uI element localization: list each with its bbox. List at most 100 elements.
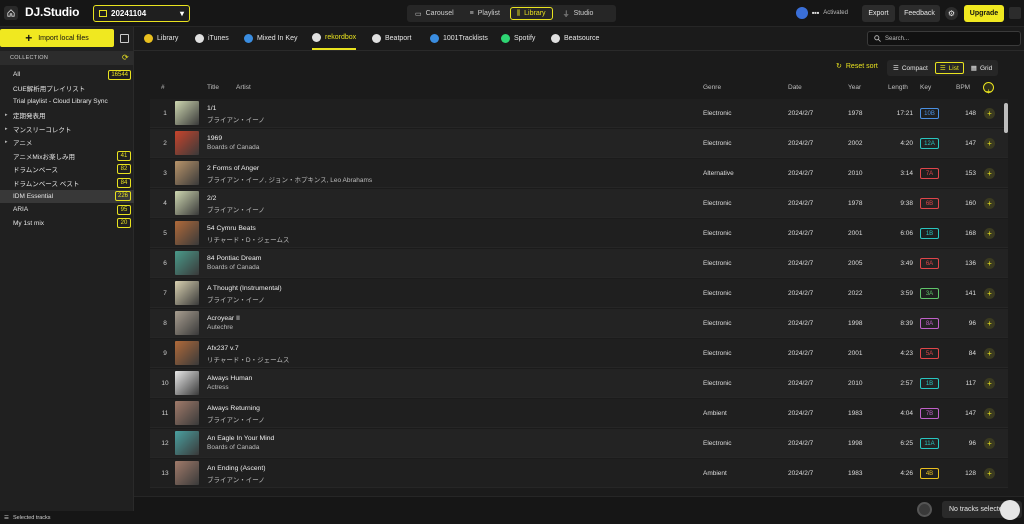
- add-track-button[interactable]: +: [984, 108, 995, 119]
- avatar[interactable]: [917, 502, 932, 517]
- reset-sort-button[interactable]: ↻ Reset sort: [836, 62, 878, 71]
- col-key[interactable]: Key: [920, 84, 931, 91]
- sidebar-playlist-item[interactable]: My 1st mix 20: [0, 217, 134, 231]
- col-bpm[interactable]: BPM: [956, 84, 970, 91]
- sidebar-playlist-item[interactable]: All 16544: [0, 68, 134, 82]
- compact-view-button[interactable]: ☰ Compact: [889, 62, 932, 74]
- tab-spotify[interactable]: Spotify: [501, 27, 535, 50]
- tab-mixed-in-key[interactable]: Mixed In Key: [244, 27, 297, 50]
- col-genre[interactable]: Genre: [703, 84, 721, 91]
- col-num[interactable]: #: [161, 84, 165, 91]
- grid-view-button[interactable]: ▦ Grid: [967, 62, 996, 74]
- settings-button[interactable]: ⚙: [945, 7, 958, 20]
- table-row[interactable]: 4 2/2 ブライアン・イーノ Electronic 2024/2/7 1978 9:38 6…: [150, 189, 1008, 218]
- window-menu-button[interactable]: [1009, 7, 1021, 19]
- sidebar-playlist-item[interactable]: CUE解析用プレイリスト: [0, 82, 134, 96]
- tab-rekordbox[interactable]: rekordbox: [312, 27, 357, 50]
- tab-beatsource[interactable]: Beatsource: [551, 27, 599, 50]
- sidebar-playlist-item[interactable]: ドラムンベース 82: [0, 163, 134, 177]
- add-track-button[interactable]: +: [984, 228, 995, 239]
- expand-arrow-icon[interactable]: ▸: [5, 139, 8, 145]
- scroll-thumb[interactable]: [1004, 103, 1008, 133]
- rekordbox-icon: [312, 33, 321, 42]
- table-row[interactable]: 13 An Ending (Ascent) ブライアン・イーノ Ambient 2024…: [150, 459, 1008, 488]
- expand-arrow-icon[interactable]: ▸: [5, 126, 8, 132]
- mode-studio[interactable]: ⏚ Studio: [557, 7, 600, 20]
- tab-library[interactable]: Library: [144, 27, 178, 50]
- sidebar-playlist-item[interactable]: ▸ マンスリーコレクト: [0, 122, 134, 136]
- add-track-button[interactable]: +: [984, 168, 995, 179]
- mode-carousel[interactable]: ▭ Carousel: [409, 7, 460, 20]
- feedback-button[interactable]: Feedback: [899, 5, 940, 22]
- add-track-button[interactable]: +: [984, 288, 995, 299]
- col-artist[interactable]: Artist: [236, 84, 251, 91]
- mixed-in-key-icon: [244, 34, 253, 43]
- col-date[interactable]: Date: [788, 84, 802, 91]
- table-row[interactable]: 11 Always Returning ブライアン・イーノ Ambient 2024/2…: [150, 399, 1008, 428]
- add-track-button[interactable]: +: [984, 258, 995, 269]
- playlist-count-badge: 226: [114, 191, 131, 202]
- plus-icon: +: [987, 109, 992, 118]
- playlist-label: ドラムンベース ベスト: [13, 180, 80, 188]
- add-column-button[interactable]: +: [983, 82, 994, 96]
- track-artist: ブライアン・イーノ: [207, 477, 265, 484]
- add-track-button[interactable]: +: [984, 378, 995, 389]
- sidebar-playlist-item[interactable]: ▸ 定期発表用: [0, 109, 134, 123]
- tab-beatport[interactable]: Beatport: [372, 27, 411, 50]
- tab-home[interactable]: [120, 27, 129, 50]
- export-button[interactable]: Export: [862, 5, 895, 22]
- sidebar-playlist-item[interactable]: アニメMixお楽しみ用 41: [0, 149, 134, 163]
- add-track-button[interactable]: +: [984, 198, 995, 209]
- plus-icon: +: [987, 259, 992, 268]
- table-scrollbar[interactable]: [1004, 99, 1009, 489]
- mode-library[interactable]: ⫼ Library: [509, 7, 553, 20]
- home-button[interactable]: [4, 6, 18, 20]
- sidebar-playlist-item[interactable]: Trial playlist - Cloud Library Sync: [0, 95, 134, 109]
- table-row[interactable]: 12 An Eagle In Your Mind Boards of Canada E…: [150, 429, 1008, 458]
- add-track-button[interactable]: +: [984, 468, 995, 479]
- add-track-button[interactable]: +: [984, 348, 995, 359]
- add-track-button[interactable]: +: [984, 138, 995, 149]
- home-icon: [120, 34, 129, 43]
- add-track-button[interactable]: +: [984, 438, 995, 449]
- table-row[interactable]: 1 1/1 ブライアン・イーノ Electronic 2024/2/7 1978 17:21…: [150, 99, 1008, 128]
- table-row[interactable]: 6 84 Pontiac Dream Boards of Canada Electro…: [150, 249, 1008, 278]
- track-title: Always Human: [207, 375, 253, 382]
- sidebar-playlist-item[interactable]: IDM Essential 226: [0, 189, 134, 203]
- expand-arrow-icon[interactable]: ▸: [5, 112, 8, 118]
- project-selector[interactable]: 20241104 ▾: [93, 5, 190, 22]
- sidebar-playlist-item[interactable]: ドラムンベース ベスト 84: [0, 176, 134, 190]
- key-badge: 1B: [920, 378, 939, 389]
- table-row[interactable]: 8 Acroyear II Autechre Electronic 2024/2/7 19…: [150, 309, 1008, 338]
- table-row[interactable]: 32 Forms of Anger ブライアン・イーノ, ジョン・ホプキンス, L…: [150, 159, 1008, 188]
- track-genre: Electronic: [703, 440, 732, 447]
- sidebar-playlist-item[interactable]: ▸ アニメ: [0, 136, 134, 150]
- table-row[interactable]: 7A Thought (Instrumental) ブライアン・イーノ Electr…: [150, 279, 1008, 308]
- track-length: 2:57: [900, 380, 913, 387]
- import-local-files-button[interactable]: + Import local files: [0, 29, 114, 47]
- music-note-icon: [144, 34, 153, 43]
- col-year[interactable]: Year: [848, 84, 861, 91]
- playlist-label: IDM Essential: [13, 192, 54, 200]
- list-view-button[interactable]: ☰ List: [934, 62, 964, 74]
- table-row[interactable]: 9 Afx237 v.7 リチャード・D・ジェームス Electronic 2024/2…: [150, 339, 1008, 368]
- tab-1001tracklists[interactable]: 1001Tracklists: [430, 27, 488, 50]
- add-track-button[interactable]: +: [984, 318, 995, 329]
- col-title[interactable]: Title: [207, 84, 219, 91]
- sidebar-playlist-item[interactable]: ARIA 95: [0, 203, 134, 217]
- track-title: 84 Pontiac Dream: [207, 255, 262, 262]
- mode-playlist[interactable]: ≡ Playlist: [464, 7, 506, 20]
- chat-support-button[interactable]: [1000, 500, 1020, 520]
- library-icon: ⫼: [516, 9, 521, 17]
- upgrade-button[interactable]: Upgrade: [964, 5, 1004, 22]
- track-artist: Boards of Canada: [207, 264, 260, 271]
- col-length[interactable]: Length: [888, 84, 908, 91]
- table-row[interactable]: 5 54 Cymru Beats リチャード・D・ジェームス Electronic 20…: [150, 219, 1008, 248]
- refresh-icon[interactable]: ⟳: [122, 53, 129, 62]
- table-row[interactable]: 2 1969 Boards of Canada Electronic 2024/2/7 2…: [150, 129, 1008, 158]
- search-input[interactable]: Search...: [867, 31, 1021, 46]
- track-date: 2024/2/7: [788, 170, 814, 177]
- tab-itunes[interactable]: iTunes: [195, 27, 229, 50]
- table-row[interactable]: 10 Always Human Actress Electronic 2024/2/7 2…: [150, 369, 1008, 398]
- add-track-button[interactable]: +: [984, 408, 995, 419]
